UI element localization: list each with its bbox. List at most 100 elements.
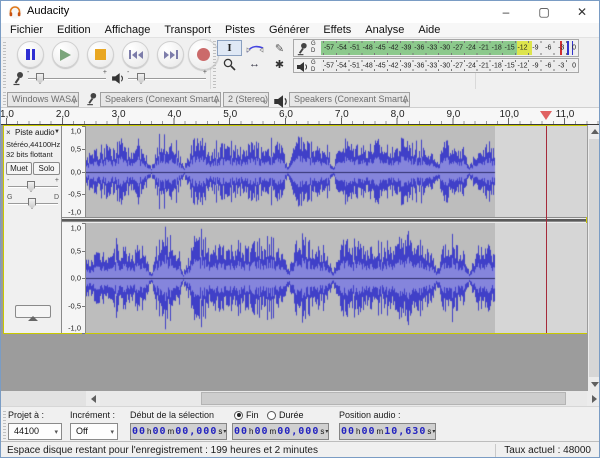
timeline-label: 7,0 bbox=[335, 109, 349, 120]
playback-volume-thumb[interactable] bbox=[137, 73, 145, 84]
recording-device-dropdown[interactable]: Speakers (Conexant SmartAu▾ bbox=[100, 92, 221, 107]
meter-scale-label: -3 bbox=[558, 62, 564, 69]
audio-host-value: Windows WASAP bbox=[12, 94, 79, 104]
track-area[interactable]: × Piste audio ▼ Stéréo,44100Hz 32 bits f… bbox=[1, 125, 588, 391]
project-rate-dropdown[interactable]: 44100▾ bbox=[8, 423, 62, 440]
audio-track[interactable]: × Piste audio ▼ Stéréo,44100Hz 32 bits f… bbox=[3, 125, 587, 334]
mixer-toolbar-grip[interactable] bbox=[3, 66, 6, 88]
selection-end-field[interactable]: 00h00m00,000s▾ bbox=[232, 423, 329, 440]
track-control-panel[interactable]: × Piste audio ▼ Stéréo,44100Hz 32 bits f… bbox=[4, 126, 62, 333]
selection-toolbar-grip[interactable] bbox=[3, 410, 6, 439]
playback-meter[interactable]: GD -57-54-51-48-45-42-39-36-33-30-27-24-… bbox=[293, 58, 579, 73]
draw-tool-button[interactable]: ✎ bbox=[267, 40, 292, 56]
menu-item-edition[interactable]: Edition bbox=[50, 23, 98, 38]
scroll-up-button[interactable] bbox=[588, 125, 600, 138]
time-digits[interactable]: 00 bbox=[234, 426, 248, 437]
skip-to-start-button[interactable] bbox=[122, 41, 149, 68]
scroll-right-button[interactable] bbox=[587, 391, 600, 406]
selection-tool-button[interactable]: I bbox=[217, 40, 242, 56]
menu-item-affichage[interactable]: Affichage bbox=[98, 23, 158, 38]
track-pan-slider[interactable]: G D bbox=[8, 196, 58, 210]
time-digits[interactable]: 00 bbox=[153, 426, 167, 437]
menu-item-fichier[interactable]: Fichier bbox=[3, 23, 50, 38]
playback-meter-icon-area[interactable]: GD bbox=[296, 60, 320, 73]
snap-dropdown[interactable]: Off▾ bbox=[70, 423, 118, 440]
horizontal-scrollbar[interactable] bbox=[1, 391, 600, 406]
time-unit[interactable]: m bbox=[376, 427, 385, 436]
recording-volume-thumb[interactable] bbox=[36, 73, 44, 84]
meter-scale-label: -27 bbox=[453, 45, 463, 52]
time-digits[interactable]: 00 bbox=[362, 426, 376, 437]
audio-position-field[interactable]: 00h00m10,630s▾ bbox=[339, 423, 436, 440]
scroll-down-button[interactable] bbox=[588, 378, 600, 391]
title-bar[interactable]: Audacity – ▢ ✕ bbox=[1, 1, 600, 23]
collapse-track-button[interactable] bbox=[15, 305, 51, 318]
chevron-down-icon[interactable]: ▾ bbox=[432, 428, 435, 435]
chevron-down-icon[interactable]: ▾ bbox=[325, 428, 328, 435]
multi-tool-button[interactable]: ✱ bbox=[267, 56, 292, 72]
vertical-ruler[interactable]: 1,00,50,0-0,5-1,0 1,00,50,0-0,5-1,0 bbox=[62, 126, 86, 333]
play-button[interactable] bbox=[52, 41, 79, 68]
device-toolbar-grip[interactable] bbox=[3, 92, 6, 105]
recording-channels-dropdown[interactable]: 2 (Stereo) Recorc▾ bbox=[223, 92, 269, 107]
menu-item-aide[interactable]: Aide bbox=[411, 23, 447, 38]
vertical-scrollbar[interactable] bbox=[588, 125, 600, 391]
menu-item-pistes[interactable]: Pistes bbox=[218, 23, 262, 38]
minimize-button[interactable]: – bbox=[487, 1, 525, 23]
meter-scale-label: -48 bbox=[363, 62, 373, 69]
time-digits[interactable]: 00 bbox=[341, 426, 355, 437]
recording-cursor bbox=[546, 126, 547, 333]
playback-device-dropdown[interactable]: Speakers (Conexant SmartAu▾ bbox=[289, 92, 410, 107]
time-shift-tool-button[interactable]: ↔ bbox=[242, 56, 267, 72]
time-digits[interactable]: 00,000 bbox=[175, 426, 217, 437]
recording-meter[interactable]: GD -57-54-51-48-45-42-39-36-33-30-27-24-… bbox=[293, 39, 579, 57]
playback-volume-slider[interactable]: - + bbox=[128, 71, 206, 87]
time-unit[interactable]: m bbox=[167, 427, 176, 436]
mute-button[interactable]: Muet bbox=[6, 162, 32, 175]
maximize-button[interactable]: ▢ bbox=[525, 1, 563, 23]
close-button[interactable]: ✕ bbox=[563, 1, 600, 23]
recording-meter-icon-area[interactable]: GD bbox=[296, 41, 320, 57]
solo-button[interactable]: Solo bbox=[33, 162, 60, 175]
track-gain-slider[interactable]: - + bbox=[8, 179, 58, 193]
ruler-label: 1,0 bbox=[71, 224, 81, 233]
time-digits[interactable]: 00,000 bbox=[277, 426, 319, 437]
pause-button[interactable] bbox=[17, 41, 44, 68]
selection-start-field[interactable]: 00h00m00,000s▾ bbox=[130, 423, 227, 440]
waveform-left-channel[interactable] bbox=[86, 126, 587, 217]
track-gain-thumb[interactable] bbox=[27, 181, 35, 192]
skip-to-end-button[interactable] bbox=[157, 41, 184, 68]
track-name[interactable]: Piste audio bbox=[15, 128, 55, 137]
stop-button[interactable] bbox=[87, 41, 114, 68]
timeline-ruler[interactable]: 1,02,03,04,05,06,07,08,09,010,011,0 bbox=[1, 108, 600, 125]
menu-item-analyse[interactable]: Analyse bbox=[358, 23, 411, 38]
edit-toolbar-grip[interactable] bbox=[213, 74, 216, 88]
selection-end-radio[interactable]: Fin bbox=[234, 410, 259, 420]
meter-scale-label: -15 bbox=[505, 62, 515, 69]
playback-meter-bar: -57-54-51-48-45-42-39-36-33-30-27-24-21-… bbox=[321, 60, 575, 71]
vertical-scroll-thumb[interactable] bbox=[589, 139, 600, 377]
menu-item-générer[interactable]: Générer bbox=[262, 23, 316, 38]
tools-toolbar-grip[interactable] bbox=[213, 40, 216, 72]
menu-item-transport[interactable]: Transport bbox=[157, 23, 218, 38]
scrollbar-spacer bbox=[1, 391, 86, 406]
menu-item-effets[interactable]: Effets bbox=[316, 23, 358, 38]
waveform-right-channel[interactable] bbox=[86, 223, 587, 333]
track-close-button[interactable]: × bbox=[6, 128, 11, 137]
audio-host-dropdown[interactable]: Windows WASAP▾ bbox=[7, 92, 79, 107]
envelope-tool-button[interactable] bbox=[242, 40, 267, 56]
collapse-arrow-icon bbox=[28, 307, 38, 321]
time-unit[interactable]: m bbox=[269, 427, 278, 436]
track-menu-arrow-icon[interactable]: ▼ bbox=[54, 129, 60, 135]
scroll-left-button[interactable] bbox=[86, 391, 100, 406]
time-digits[interactable]: 00 bbox=[132, 426, 146, 437]
time-digits[interactable]: 00 bbox=[255, 426, 269, 437]
recording-volume-slider[interactable]: - + bbox=[28, 71, 106, 87]
selection-duration-radio[interactable]: Durée bbox=[267, 410, 304, 420]
zoom-tool-button[interactable] bbox=[217, 56, 242, 72]
meter-scale-label: -21 bbox=[479, 62, 489, 69]
time-digits[interactable]: 10,630 bbox=[384, 426, 426, 437]
chevron-down-icon[interactable]: ▾ bbox=[223, 428, 226, 435]
horizontal-scroll-thumb[interactable] bbox=[201, 392, 566, 405]
track-pan-thumb[interactable] bbox=[28, 198, 36, 209]
